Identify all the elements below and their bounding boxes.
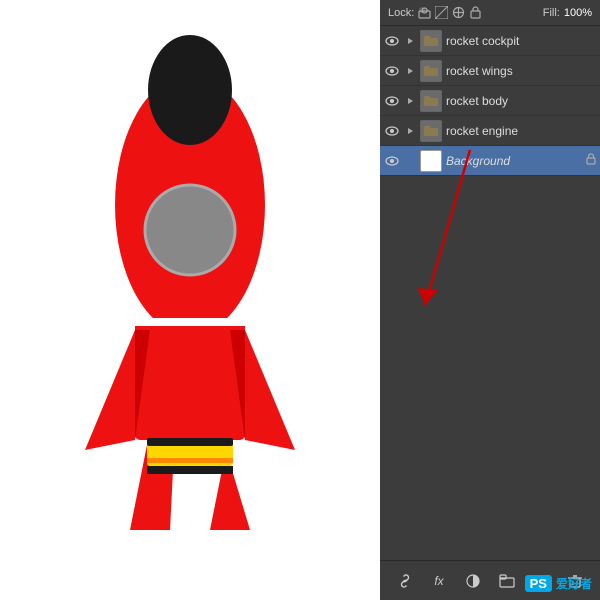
layer-thumbnail [420,60,442,82]
canvas-area [0,0,380,600]
layer-item-background[interactable]: Background [380,146,600,176]
lock-position-icon[interactable] [452,6,465,19]
lock-icons [418,6,482,19]
expand-icon[interactable] [404,125,416,137]
lock-fill-row: Lock: Fill: 100% [380,0,600,26]
layer-thumbnail [420,120,442,142]
rocket-svg [75,20,305,580]
layer-item[interactable]: rocket cockpit [380,26,600,56]
ps-text: 爱好者 [556,575,592,592]
visibility-icon[interactable] [384,123,400,139]
fx-icon[interactable]: fx [429,571,449,591]
visibility-icon[interactable] [384,93,400,109]
expand-placeholder [404,155,416,167]
layers-panel: Lock: Fill: 100% [380,0,600,600]
lock-label: Lock: [388,7,414,19]
expand-icon[interactable] [404,65,416,77]
layer-name: rocket wings [446,64,596,78]
ps-logo: PS [525,575,552,592]
lock-image-icon[interactable] [435,6,448,19]
expand-icon[interactable] [404,95,416,107]
layer-thumbnail [420,90,442,112]
layer-item[interactable]: rocket wings [380,56,600,86]
lock-icon [586,153,596,168]
fill-row: Fill: 100% [543,7,592,19]
layers-list: rocket cockpit rocket wings [380,26,600,560]
adjustment-layer-icon[interactable] [463,571,483,591]
layer-item[interactable]: rocket engine [380,116,600,146]
layer-name: rocket cockpit [446,34,596,48]
expand-icon[interactable] [404,35,416,47]
layer-name: rocket body [446,94,596,108]
fill-value[interactable]: 100% [564,7,592,19]
layer-item[interactable]: rocket body [380,86,600,116]
link-icon[interactable] [395,571,415,591]
lock-transparent-icon[interactable] [418,6,431,19]
visibility-icon[interactable] [384,153,400,169]
visibility-icon[interactable] [384,33,400,49]
lock-all-icon[interactable] [469,6,482,19]
new-group-icon[interactable] [497,571,517,591]
layer-thumbnail [420,30,442,52]
fill-label: Fill: [543,7,560,19]
layer-name-background: Background [446,154,582,168]
layer-thumbnail-background [420,150,442,172]
visibility-icon[interactable] [384,63,400,79]
ps-watermark: PS 爱好者 [525,575,592,592]
layer-name: rocket engine [446,124,596,138]
